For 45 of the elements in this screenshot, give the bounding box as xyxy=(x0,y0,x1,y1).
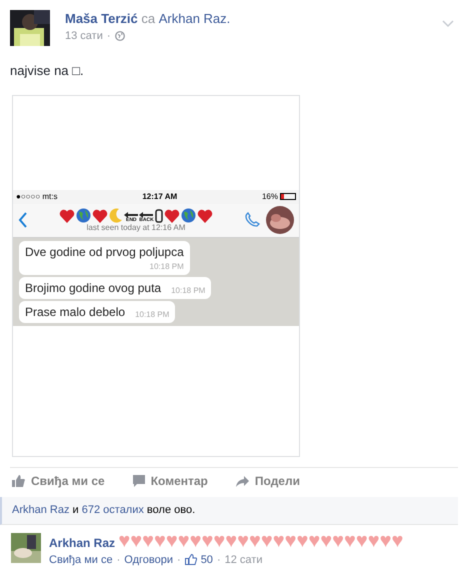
tagged-link[interactable]: Arkhan Raz. xyxy=(158,11,230,26)
speech-bubble-icon xyxy=(132,475,145,487)
moon-icon xyxy=(109,208,124,222)
message-text: Brojimo godine ovog puta xyxy=(25,280,162,296)
globe-icon xyxy=(76,208,92,222)
last-seen-text: last seen today at 12:16 AM xyxy=(86,222,186,232)
message-time: 10:18 PM xyxy=(171,284,206,296)
message-time: 10:18 PM xyxy=(135,308,170,320)
post-text: najvise na □. xyxy=(9,62,85,80)
heart-icon xyxy=(92,208,108,222)
others-link[interactable]: 672 осталих xyxy=(82,504,144,516)
separator: · xyxy=(116,552,120,568)
call-icon[interactable] xyxy=(244,212,260,228)
with-text: са xyxy=(141,11,156,26)
globe-icon xyxy=(180,208,196,222)
like-count[interactable]: 50 xyxy=(200,552,213,568)
reply-link[interactable]: Одговори xyxy=(124,552,174,568)
heart-icon xyxy=(196,208,213,222)
back-icon[interactable] xyxy=(18,212,28,228)
phone-outline-icon xyxy=(154,208,163,222)
comment-button[interactable]: Коментар xyxy=(132,472,208,490)
like-link[interactable]: Свиђа ми се xyxy=(49,552,113,568)
thumbs-up-icon xyxy=(12,475,25,487)
thumbs-up-icon xyxy=(184,554,197,566)
carrier-text: ●○○○○ mt:s xyxy=(16,190,58,202)
clock-text: 12:17 AM xyxy=(142,190,178,202)
message-time: 10:18 PM xyxy=(150,260,184,272)
message-text: Prase malo debelo xyxy=(25,304,126,320)
likes-summary: Arkhan Raz и 672 осталих воле ово. xyxy=(12,502,196,518)
separator: · xyxy=(216,552,221,568)
heart-icon xyxy=(164,208,180,222)
battery-text: 16% xyxy=(262,190,278,202)
separator: · xyxy=(106,29,111,44)
share-arrow-icon xyxy=(236,476,249,486)
message-text: Dve godine od prvog poljupca xyxy=(25,244,184,260)
heart-icon xyxy=(59,208,76,222)
share-button[interactable]: Подели xyxy=(236,472,300,490)
comment-text: Arkhan Raz ♥♥♥♥♥♥♥♥♥♥♥♥♥♥♥♥♥♥♥♥♥♥♥♥ xyxy=(49,532,404,550)
separator: · xyxy=(177,552,181,568)
liker-link[interactable]: Arkhan Raz xyxy=(12,504,70,516)
contact-photo[interactable] xyxy=(266,206,294,234)
globe-icon xyxy=(114,31,125,42)
like-button[interactable]: Свиђа ми се xyxy=(12,472,105,490)
battery-icon xyxy=(280,193,296,200)
author-link[interactable]: Maša Terzić xyxy=(65,11,138,26)
